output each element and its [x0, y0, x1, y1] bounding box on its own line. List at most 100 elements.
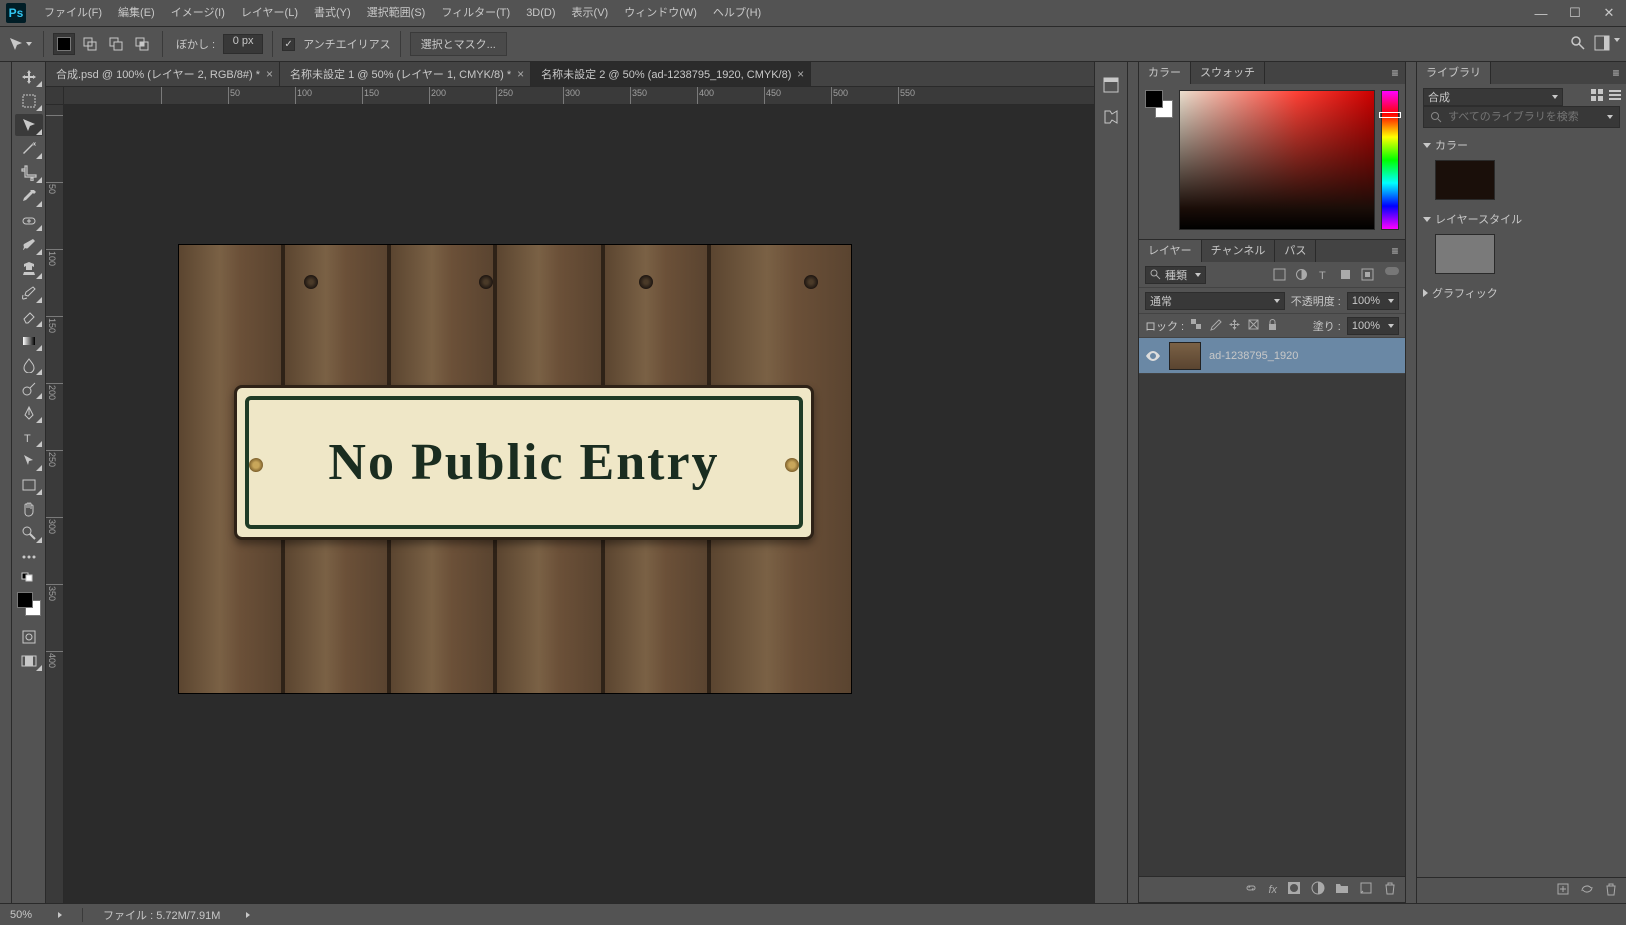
layer-group-icon[interactable] — [1335, 881, 1349, 898]
ruler-horizontal[interactable]: 50100150200250300350400450500550 — [64, 87, 1094, 105]
hand-tool[interactable] — [15, 498, 43, 520]
library-search[interactable] — [1423, 106, 1620, 128]
ruler-vertical[interactable]: 50100150200250300350400 — [46, 105, 64, 903]
properties-panel-icon[interactable] — [1100, 106, 1122, 128]
move-tool[interactable] — [15, 66, 43, 88]
library-select[interactable]: 合成 — [1423, 88, 1563, 106]
channels-tab[interactable]: チャンネル — [1202, 240, 1276, 262]
filter-shape-icon[interactable] — [1337, 267, 1353, 283]
menu-image[interactable]: イメージ(I) — [163, 0, 233, 27]
layer-visibility-icon[interactable] — [1145, 348, 1161, 364]
document-tab[interactable]: 名称未設定 1 @ 50% (レイヤー 1, CMYK/8) *× — [280, 62, 531, 86]
menu-filter[interactable]: フィルター(T) — [433, 0, 518, 27]
color-tab[interactable]: カラー — [1139, 62, 1191, 84]
marquee-tool[interactable] — [15, 90, 43, 112]
current-tool-icon[interactable] — [6, 33, 34, 55]
library-list-view-icon[interactable] — [1608, 88, 1622, 105]
opacity-input[interactable]: 100% — [1347, 292, 1399, 310]
feather-input[interactable]: 0 px — [223, 34, 263, 54]
zoom-tool[interactable] — [15, 522, 43, 544]
blend-mode-select[interactable]: 通常 — [1145, 292, 1285, 310]
new-selection-button[interactable] — [53, 33, 75, 55]
layer-name[interactable]: ad-1238795_1920 — [1209, 350, 1298, 362]
adjustment-layer-icon[interactable] — [1311, 881, 1325, 898]
filter-smart-icon[interactable] — [1359, 267, 1375, 283]
layer-item[interactable]: ad-1238795_1920 — [1139, 338, 1405, 374]
lock-position-icon[interactable] — [1228, 318, 1241, 334]
layer-fx-icon[interactable]: fx — [1268, 884, 1277, 896]
library-grid-view-icon[interactable] — [1590, 88, 1604, 105]
screen-mode-button[interactable] — [15, 650, 43, 672]
pen-tool[interactable] — [15, 402, 43, 424]
menu-window[interactable]: ウィンドウ(W) — [616, 0, 705, 27]
hue-slider[interactable] — [1381, 90, 1399, 230]
delete-layer-icon[interactable] — [1383, 881, 1397, 898]
menu-edit[interactable]: 編集(E) — [110, 0, 163, 27]
close-icon[interactable]: × — [266, 67, 273, 81]
window-minimize-button[interactable]: ― — [1524, 0, 1558, 27]
filter-pixel-icon[interactable] — [1271, 267, 1287, 283]
path-selection-tool[interactable] — [15, 450, 43, 472]
eraser-tool[interactable] — [15, 306, 43, 328]
antialias-checkbox[interactable] — [282, 38, 295, 51]
library-section-color[interactable]: カラー — [1417, 134, 1626, 156]
document-tab[interactable]: 合成.psd @ 100% (レイヤー 2, RGB/8#) *× — [46, 62, 280, 86]
blur-tool[interactable] — [15, 354, 43, 376]
lock-all-icon[interactable] — [1266, 318, 1279, 334]
library-sync-icon[interactable] — [1580, 882, 1594, 899]
menu-layer[interactable]: レイヤー(L) — [233, 0, 306, 27]
add-to-selection-button[interactable] — [79, 33, 101, 55]
gradient-tool[interactable] — [15, 330, 43, 352]
chevron-right-icon[interactable] — [58, 912, 62, 918]
menu-type[interactable]: 書式(Y) — [306, 0, 359, 27]
lasso-tool[interactable] — [15, 114, 43, 136]
lock-transparency-icon[interactable] — [1190, 318, 1203, 334]
healing-brush-tool[interactable] — [15, 210, 43, 232]
magic-wand-tool[interactable] — [15, 138, 43, 160]
new-layer-icon[interactable] — [1359, 881, 1373, 898]
rectangle-tool[interactable] — [15, 474, 43, 496]
menu-select[interactable]: 選択範囲(S) — [359, 0, 434, 27]
window-maximize-button[interactable]: ☐ — [1558, 0, 1592, 27]
library-add-icon[interactable] — [1556, 882, 1570, 899]
lock-artboard-icon[interactable] — [1247, 318, 1260, 334]
lock-image-icon[interactable] — [1209, 318, 1222, 334]
library-search-input[interactable] — [1448, 111, 1599, 123]
status-zoom[interactable]: 50% — [10, 909, 32, 921]
crop-tool[interactable] — [15, 162, 43, 184]
menu-file[interactable]: ファイル(F) — [36, 0, 110, 27]
fill-input[interactable]: 100% — [1347, 317, 1399, 335]
panel-handle[interactable] — [1405, 62, 1416, 903]
layer-mask-icon[interactable] — [1287, 881, 1301, 898]
intersect-selection-button[interactable] — [131, 33, 153, 55]
default-colors-icon[interactable] — [15, 570, 43, 584]
subtract-from-selection-button[interactable] — [105, 33, 127, 55]
canvas-viewport[interactable]: No Public Entry — [64, 105, 1094, 903]
library-layerstyle-swatch[interactable] — [1435, 234, 1495, 274]
library-section-layerstyle[interactable]: レイヤースタイル — [1417, 208, 1626, 230]
history-brush-tool[interactable] — [15, 282, 43, 304]
paths-tab[interactable]: パス — [1275, 240, 1316, 262]
libraries-tab[interactable]: ライブラリ — [1417, 62, 1491, 84]
status-filesize[interactable]: ファイル : 5.72M/7.91M — [103, 907, 220, 923]
panel-handle[interactable] — [1127, 62, 1138, 903]
layers-empty-area[interactable] — [1139, 374, 1405, 876]
dodge-tool[interactable] — [15, 378, 43, 400]
color-panel-fgbg[interactable] — [1145, 90, 1173, 118]
document-tab[interactable]: 名称未設定 2 @ 50% (ad-1238795_1920, CMYK/8) … — [531, 62, 811, 86]
filter-type-icon[interactable]: T — [1315, 267, 1331, 283]
library-section-graphic[interactable]: グラフィック — [1417, 282, 1626, 304]
edit-toolbar-button[interactable] — [15, 546, 43, 568]
library-color-swatch[interactable] — [1435, 160, 1495, 200]
clone-stamp-tool[interactable] — [15, 258, 43, 280]
panel-menu-icon[interactable]: ≡ — [1385, 66, 1405, 80]
select-and-mask-button[interactable]: 選択とマスク... — [410, 32, 507, 56]
chevron-right-icon[interactable] — [246, 912, 250, 918]
layer-thumbnail[interactable] — [1169, 342, 1201, 370]
menu-help[interactable]: ヘルプ(H) — [705, 0, 769, 27]
eyedropper-tool[interactable] — [15, 186, 43, 208]
quick-mask-button[interactable] — [15, 626, 43, 648]
type-tool[interactable]: T — [15, 426, 43, 448]
layers-tab[interactable]: レイヤー — [1139, 240, 1202, 262]
filter-adjust-icon[interactable] — [1293, 267, 1309, 283]
